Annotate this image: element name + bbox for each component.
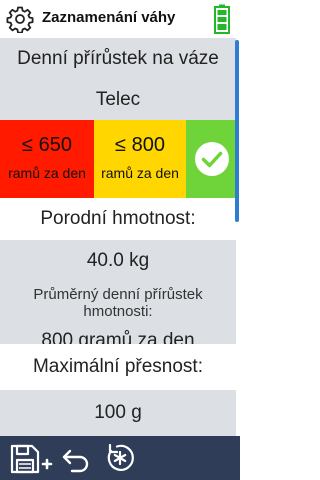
avg-gain-label: Průměrný denní přírůstek hmotnosti: [33, 286, 203, 320]
app-header: Zaznamenání váhy [0, 0, 240, 38]
content-area[interactable]: Denní přírůstek na váze Telec ≤ 650 ramů… [0, 38, 240, 436]
band-low[interactable]: ≤ 650 ramů za den [0, 120, 94, 198]
checkmark-circle-icon [195, 142, 229, 176]
band-mid[interactable]: ≤ 800 ramů za den [94, 120, 186, 198]
band-low-unit: ramů za den [8, 165, 86, 181]
birth-weight-value[interactable]: 40.0 kg [0, 240, 236, 282]
daily-gain-heading: Denní přírůstek na váze [0, 38, 236, 80]
reset-icon[interactable] [104, 442, 136, 474]
max-precision-label: Maximální přesnost: [0, 344, 236, 390]
footer-toolbar [0, 436, 240, 480]
battery-full-icon [214, 4, 230, 34]
page-title: Zaznamenání váhy [42, 9, 176, 26]
save-and-return-icon[interactable] [10, 442, 94, 474]
max-precision-value[interactable]: 100 g [0, 390, 236, 436]
gain-bands: ≤ 650 ramů za den ≤ 800 ramů za den [0, 120, 236, 198]
band-high[interactable] [186, 120, 236, 198]
scrollbar[interactable] [235, 40, 239, 222]
band-mid-unit: ramů za den [101, 165, 179, 181]
gear-icon[interactable] [6, 5, 34, 33]
animal-type: Telec [0, 80, 236, 120]
band-mid-limit: ≤ 800 [115, 134, 165, 156]
birth-weight-label: Porodní hmotnost: [0, 198, 236, 240]
band-low-limit: ≤ 650 [22, 134, 72, 156]
avg-gain-field[interactable]: Průměrný denní přírůstek hmotnosti: 800 … [0, 282, 236, 351]
